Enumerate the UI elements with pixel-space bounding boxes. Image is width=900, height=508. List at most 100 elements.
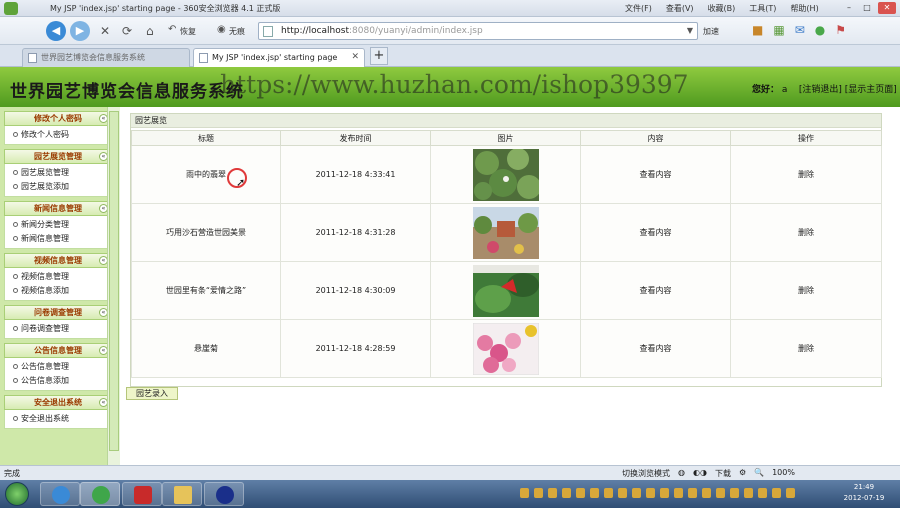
- tray-icon[interactable]: [730, 488, 739, 498]
- toolbar-extension-icons: ■ ▦ ✉ ● ⚑: [752, 23, 846, 37]
- refresh-icon[interactable]: ⟳: [122, 24, 132, 38]
- sidebar-item-video-add[interactable]: 视频信息添加: [5, 284, 111, 298]
- extension-safety-icon[interactable]: ●: [815, 23, 825, 37]
- tray-icon[interactable]: [772, 488, 781, 498]
- clock-time: 21:49: [853, 483, 875, 491]
- menu-favorites[interactable]: 收藏(B): [708, 3, 736, 14]
- sidebar-item-video-manage[interactable]: 视频信息管理: [5, 270, 111, 284]
- close-icon[interactable]: ✕: [878, 2, 896, 14]
- sidebar-section-header[interactable]: 新闻信息管理 «: [4, 201, 112, 216]
- home-icon[interactable]: ⌂: [146, 24, 154, 38]
- tray-icon[interactable]: [618, 488, 627, 498]
- tray-icon[interactable]: [562, 488, 571, 498]
- chevron-down-icon[interactable]: ▼: [687, 26, 693, 35]
- url-text[interactable]: http://localhost:8080/yuanyi/admin/index…: [281, 26, 483, 36]
- add-exhibition-button[interactable]: 园艺录入: [126, 387, 178, 400]
- sidebar-item-exhibition-manage[interactable]: 园艺展览管理: [5, 166, 111, 180]
- tray-icon[interactable]: [688, 488, 697, 498]
- sidebar-item-notice-add[interactable]: 公告信息添加: [5, 374, 111, 388]
- sidebar-section-header[interactable]: 视频信息管理 «: [4, 253, 112, 268]
- settings-icon[interactable]: ⚙: [739, 468, 746, 479]
- view-content-link[interactable]: 查看内容: [580, 319, 731, 378]
- globe-icon[interactable]: ◍: [678, 468, 685, 479]
- menu-file[interactable]: 文件(F): [625, 3, 652, 14]
- tray-icon[interactable]: [646, 488, 655, 498]
- toggle-icon[interactable]: ◐◑: [693, 468, 707, 479]
- tray-icon[interactable]: [534, 488, 543, 498]
- sidebar-section-header[interactable]: 公告信息管理 «: [4, 343, 112, 358]
- download-button[interactable]: 下载: [715, 468, 731, 479]
- logout-link[interactable]: [注销退出]: [799, 85, 842, 95]
- taskbar-folder-icon[interactable]: [162, 482, 202, 506]
- tab-site-home[interactable]: 世界园艺博览会信息服务系统: [22, 48, 190, 67]
- menu-bar: 文件(F) 查看(V) 收藏(B) 工具(T) 帮助(H): [625, 3, 819, 14]
- sidebar-section-header[interactable]: 安全退出系统 «: [4, 395, 112, 410]
- taskbar-clock[interactable]: 21:49 2012-07-19: [832, 482, 896, 504]
- tab-close-icon[interactable]: ✕: [351, 49, 359, 66]
- minimize-icon[interactable]: –: [842, 2, 856, 14]
- taskbar-app-red-icon[interactable]: [122, 482, 162, 506]
- sidebar-item-news-manage[interactable]: 新闻信息管理: [5, 232, 111, 246]
- view-content-link[interactable]: 查看内容: [580, 203, 731, 262]
- mouse-pointer-icon: ➚: [236, 176, 246, 189]
- extension-grid-icon[interactable]: ▦: [773, 23, 784, 37]
- sidebar-section-header[interactable]: 问卷调查管理 «: [4, 305, 112, 320]
- bullet-icon: [13, 288, 18, 293]
- tray-icon[interactable]: [702, 488, 711, 498]
- window-title-bar: My JSP 'index.jsp' starting page - 360安全…: [0, 0, 900, 17]
- sidebar-item-survey-manage[interactable]: 问卷调查管理: [5, 322, 111, 336]
- menu-help[interactable]: 帮助(H): [790, 3, 818, 14]
- delete-link[interactable]: 删除: [730, 203, 882, 262]
- forward-arrow-icon[interactable]: ▶: [70, 21, 90, 41]
- sidebar-section-header[interactable]: 园艺展览管理 «: [4, 149, 112, 164]
- tray-icon[interactable]: [604, 488, 613, 498]
- tray-icon[interactable]: [632, 488, 641, 498]
- sidebar-item-notice-manage[interactable]: 公告信息管理: [5, 360, 111, 374]
- speedup-button[interactable]: 加速: [703, 26, 719, 37]
- tray-icon[interactable]: [590, 488, 599, 498]
- view-content-link[interactable]: 查看内容: [580, 261, 731, 320]
- menu-tools[interactable]: 工具(T): [749, 3, 776, 14]
- tray-icon[interactable]: [674, 488, 683, 498]
- tray-icon[interactable]: [520, 488, 529, 498]
- sidebar-scrollbar[interactable]: [107, 107, 120, 465]
- taskbar-ie-icon[interactable]: [40, 482, 80, 506]
- extension-box-icon[interactable]: ■: [752, 23, 763, 37]
- tray-icon[interactable]: [744, 488, 753, 498]
- delete-link[interactable]: 删除: [730, 319, 882, 378]
- scrollbar-thumb[interactable]: [109, 111, 119, 451]
- delete-link[interactable]: 删除: [730, 145, 882, 204]
- sidebar-item-safe-logout[interactable]: 安全退出系统: [5, 412, 111, 426]
- menu-view[interactable]: 查看(V): [666, 3, 694, 14]
- tray-icon[interactable]: [548, 488, 557, 498]
- address-bar[interactable]: http://localhost:8080/yuanyi/admin/index…: [258, 22, 698, 40]
- sidebar-item-exhibition-add[interactable]: 园艺展览添加: [5, 180, 111, 194]
- sidebar-section-notice: 公告信息管理 « 公告信息管理 公告信息添加: [4, 343, 112, 391]
- tray-icon[interactable]: [758, 488, 767, 498]
- tray-icon[interactable]: [716, 488, 725, 498]
- extension-flag-icon[interactable]: ⚑: [835, 23, 846, 37]
- sidebar-item-news-category[interactable]: 新闻分类管理: [5, 218, 111, 232]
- switch-mode-button[interactable]: 切换浏览模式: [622, 468, 670, 479]
- extension-mail-icon[interactable]: ✉: [795, 23, 805, 37]
- delete-link[interactable]: 删除: [730, 261, 882, 320]
- tray-icon[interactable]: [786, 488, 795, 498]
- sidebar-section-header[interactable]: 修改个人密码 «: [4, 111, 112, 126]
- zoom-level[interactable]: 100%: [772, 468, 795, 479]
- home-link[interactable]: [显示主页面]: [845, 85, 897, 95]
- sidebar-item-change-password[interactable]: 修改个人密码: [5, 128, 111, 142]
- taskbar-app-blue-icon[interactable]: [204, 482, 244, 506]
- start-button-icon[interactable]: [5, 482, 29, 506]
- bullet-icon: [13, 416, 18, 421]
- maximize-icon[interactable]: □: [860, 2, 874, 14]
- view-content-link[interactable]: 查看内容: [580, 145, 731, 204]
- restore-button[interactable]: 恢复: [180, 26, 196, 37]
- tray-icon[interactable]: [576, 488, 585, 498]
- stop-icon[interactable]: ✕: [100, 24, 110, 38]
- tray-icon[interactable]: [660, 488, 669, 498]
- new-tab-plus-icon[interactable]: +: [370, 47, 388, 65]
- back-arrow-icon[interactable]: ◀: [46, 21, 66, 41]
- tab-index-jsp[interactable]: My JSP 'index.jsp' starting page ✕: [193, 48, 365, 67]
- taskbar-360-browser-icon[interactable]: [80, 482, 120, 506]
- no-trace-button[interactable]: 无痕: [229, 26, 245, 37]
